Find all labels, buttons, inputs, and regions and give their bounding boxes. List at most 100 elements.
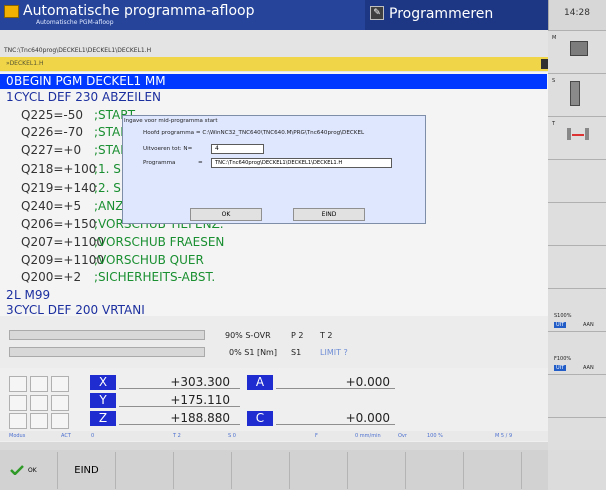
m-function: M 5 / 9 — [495, 433, 513, 439]
empty-side-button[interactable] — [548, 245, 606, 288]
line-text: L M99 — [14, 288, 51, 302]
empty-softkey[interactable] — [290, 452, 348, 489]
param-code: Q225=-50 — [21, 108, 84, 122]
empty-softkey[interactable] — [232, 452, 290, 489]
mode-title: Automatische programma-afloop — [23, 3, 255, 19]
program-input[interactable]: TNC:\Tnc640prog\DECKEL1\DECKEL1\DECKEL1.… — [211, 158, 392, 168]
spindle-bar — [9, 347, 205, 357]
view-button[interactable] — [30, 413, 48, 429]
p-value: P 2 — [291, 331, 304, 340]
empty-softkey[interactable] — [348, 452, 406, 489]
automatic-mode-icon — [4, 5, 19, 18]
param-code: Q207=+1100 — [21, 235, 104, 249]
dialog-ok-button[interactable]: OK — [190, 208, 262, 221]
view-button[interactable] — [30, 395, 48, 411]
empty-side-button[interactable] — [548, 202, 606, 245]
datum-label: 0 — [91, 433, 95, 439]
spindle-override-panel[interactable]: S100% UIT AAN — [548, 288, 606, 331]
param-code: Q240=+5 — [21, 199, 82, 213]
program-line[interactable]: 0 BEGIN PGM DECKEL1 MM — [0, 74, 547, 89]
axis-label: C — [247, 411, 273, 426]
uit-toggle[interactable]: UIT — [554, 365, 567, 371]
empty-side-button[interactable] — [548, 417, 606, 450]
program-line[interactable]: Q200=+2 ;SICHERHEITS-ABST. — [0, 270, 547, 285]
dialog-title: Ingave voor mid-programma start — [124, 118, 424, 128]
main-program-label: Hoofd programma = C:\WinNC32_TNC640\TNC6… — [143, 130, 365, 136]
view-button[interactable] — [51, 395, 69, 411]
view-button[interactable] — [9, 395, 27, 411]
view-button[interactable] — [9, 413, 27, 429]
empty-side-button[interactable] — [548, 159, 606, 202]
ok-label: OK — [28, 467, 37, 474]
override-label: Ovr — [398, 433, 407, 439]
empty-softkey[interactable] — [174, 452, 232, 489]
feed-override-panel[interactable]: F100% UIT AAN — [548, 331, 606, 374]
feed-label: F — [315, 433, 318, 439]
empty-softkey[interactable] — [116, 452, 174, 489]
spindle-override: 90% S-OVR — [225, 331, 271, 340]
t-label: T — [552, 121, 556, 127]
view-button[interactable] — [30, 376, 48, 392]
axis-value: +0.000 — [345, 375, 390, 389]
file-tab[interactable] — [0, 57, 548, 71]
param-code: Q209=+1100 — [21, 253, 104, 267]
program-line[interactable]: 1 CYCL DEF 230 ABZEILEN — [0, 90, 547, 105]
param-code: Q219=+140 — [21, 181, 97, 195]
f100-label: F100% — [554, 356, 572, 362]
axis-underline — [119, 424, 240, 425]
close-icon[interactable] — [541, 59, 548, 69]
machine-icon — [570, 41, 588, 56]
spindle-load: 0% S1 [Nm] — [229, 348, 277, 357]
override-bar — [9, 330, 205, 340]
empty-side-button[interactable] — [548, 374, 606, 417]
mode-label: Modus — [9, 433, 26, 439]
info-bar — [0, 431, 548, 441]
feed-value: 0 mm/min — [355, 433, 381, 439]
program-line[interactable]: Q209=+1100 ;VORSCHUB QUER — [0, 253, 547, 268]
axis-value: +175.110 — [170, 393, 230, 407]
program-label: Programma — [143, 160, 176, 166]
programming-label[interactable]: Programmeren — [389, 6, 493, 22]
programming-icon: ✎ — [370, 6, 384, 20]
axis-label: A — [247, 375, 273, 390]
spindle-icon — [570, 81, 580, 106]
program-line[interactable]: 2 L M99 — [0, 288, 547, 303]
check-icon — [10, 465, 24, 475]
dialog-end-button[interactable]: EIND — [293, 208, 365, 221]
aan-toggle[interactable]: AAN — [583, 365, 594, 371]
view-button[interactable] — [51, 413, 69, 429]
param-comment: ;VORSCHUB QUER — [94, 253, 204, 267]
s-function-button[interactable]: S — [548, 73, 606, 116]
line-text: CYCL DEF 230 ABZEILEN — [14, 90, 162, 104]
axis-value: +303.300 — [170, 375, 230, 389]
axis-underline — [276, 424, 395, 425]
override-value: 100 % — [427, 433, 443, 439]
m-function-button[interactable]: M — [548, 30, 606, 73]
view-button[interactable] — [51, 376, 69, 392]
axis-underline — [276, 388, 395, 389]
spindle-label: S 0 — [228, 433, 236, 439]
uit-toggle[interactable]: UIT — [554, 322, 567, 328]
param-code: Q206=+150 — [21, 217, 97, 231]
limit-status: LIMIT ? — [320, 348, 348, 357]
axis-label: X — [90, 375, 116, 390]
empty-softkey[interactable] — [406, 452, 464, 489]
file-tab-label: »DECKEL1.H — [6, 60, 44, 67]
aan-toggle[interactable]: AAN — [583, 322, 594, 328]
end-softkey[interactable]: EIND — [58, 452, 116, 489]
axis-label: Y — [90, 393, 116, 408]
clock: 14:28 — [564, 8, 590, 18]
program-path: TNC:\Tnc640prog\DECKEL1\DECKEL1\DECKEL1.… — [4, 47, 152, 54]
line-text: BEGIN PGM DECKEL1 MM — [14, 74, 166, 88]
axis-underline — [119, 388, 240, 389]
t-function-button[interactable]: T — [548, 116, 606, 159]
axis-underline — [119, 406, 240, 407]
program-line[interactable]: Q207=+1100 ;VORSCHUB FRAESEN — [0, 235, 547, 250]
ok-softkey[interactable]: OK — [0, 452, 58, 489]
execute-until-input[interactable]: 4 — [211, 144, 264, 154]
s100-label: S100% — [554, 313, 572, 319]
axis-value: +188.880 — [170, 411, 230, 425]
m-label: M — [552, 35, 557, 41]
empty-softkey[interactable] — [464, 452, 522, 489]
view-button[interactable] — [9, 376, 27, 392]
